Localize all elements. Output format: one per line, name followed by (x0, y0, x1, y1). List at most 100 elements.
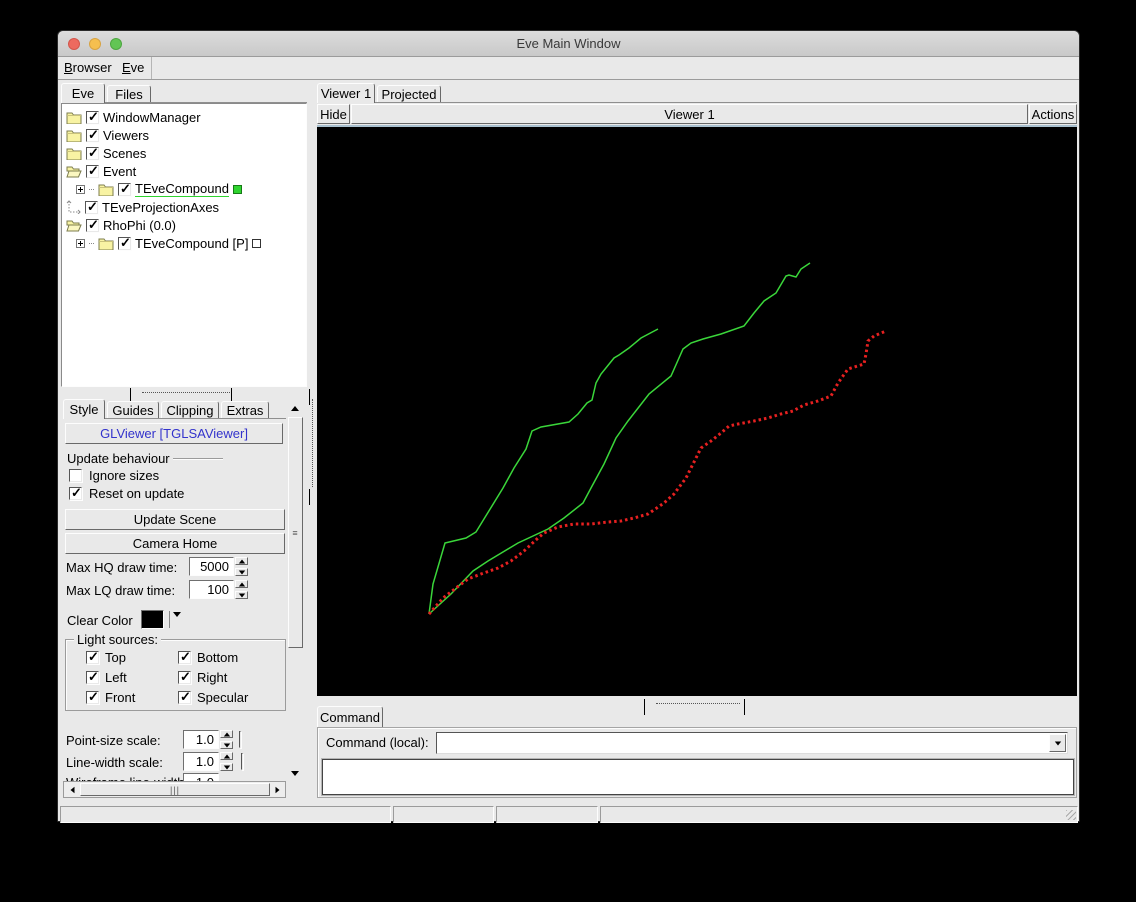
tab-extras[interactable]: Extras (221, 401, 269, 419)
splitter-handle-icon[interactable] (644, 699, 645, 715)
tree-checkbox[interactable] (86, 163, 99, 179)
reset-on-update-row[interactable]: Reset on update (69, 485, 184, 501)
tree-item-windowmanager[interactable]: WindowManager (66, 108, 304, 126)
tree-item-tevecompound-p[interactable]: TEveCompound [P] (66, 234, 304, 252)
vsplitter-line[interactable] (312, 399, 313, 487)
tab-viewer1[interactable]: Viewer 1 (317, 83, 375, 103)
tree-item-tevecompound[interactable]: TEveCompound (66, 180, 304, 198)
light-left-checkbox[interactable] (86, 669, 99, 685)
tree-item-label: WindowManager (103, 109, 201, 125)
minimize-window-icon[interactable] (89, 38, 101, 50)
menu-eve[interactable]: Eve (122, 60, 144, 75)
max-lq-spinner[interactable] (235, 580, 248, 599)
gl-viewport[interactable] (317, 125, 1077, 696)
spin-up-icon[interactable] (220, 752, 233, 760)
tab-clipping[interactable]: Clipping (161, 401, 219, 419)
tab-eve[interactable]: Eve (61, 83, 105, 103)
title-bar[interactable]: Eve Main Window (58, 31, 1079, 57)
tree-checkbox[interactable] (118, 181, 131, 197)
clear-color-swatch[interactable] (141, 610, 164, 629)
tab-style[interactable]: Style (63, 399, 105, 419)
spin-down-icon[interactable] (220, 741, 233, 749)
combo-dropdown-icon[interactable] (1049, 734, 1066, 752)
tab-command[interactable]: Command (317, 706, 383, 727)
tree-checkbox[interactable] (86, 145, 99, 161)
close-window-icon[interactable] (68, 38, 80, 50)
light-right-checkbox[interactable] (178, 669, 191, 685)
tree-checkbox[interactable] (85, 199, 98, 215)
splitter-line[interactable] (656, 703, 740, 704)
tree-item-event[interactable]: Event (66, 162, 304, 180)
point-size-checkbox[interactable] (239, 731, 241, 748)
light-left-row[interactable]: Left (86, 669, 127, 685)
vsplitter-handle-icon[interactable] (309, 389, 310, 405)
point-size-spinner[interactable] (220, 730, 233, 749)
light-right-row[interactable]: Right (178, 669, 227, 685)
hide-button[interactable]: Hide (317, 104, 350, 124)
max-lq-input[interactable]: 100 (189, 580, 234, 599)
tab-guides[interactable]: Guides (107, 401, 159, 419)
spin-down-icon[interactable] (235, 591, 248, 599)
vscroll-thumb[interactable]: ≡ (288, 417, 303, 648)
command-combobox[interactable] (436, 732, 1068, 754)
scroll-right-icon[interactable] (270, 783, 284, 796)
light-top-checkbox[interactable] (86, 649, 99, 665)
actions-button[interactable]: Actions (1029, 104, 1077, 124)
ignore-sizes-checkbox[interactable] (69, 469, 82, 482)
splitter-line[interactable] (142, 392, 230, 393)
expand-plus-icon[interactable] (76, 238, 85, 248)
tree-checkbox[interactable] (86, 127, 99, 143)
point-size-input[interactable]: 1.0 (183, 730, 219, 749)
hscroll-thumb[interactable]: ||| (80, 783, 270, 796)
light-specular-row[interactable]: Specular (178, 689, 248, 705)
light-bottom-row[interactable]: Bottom (178, 649, 238, 665)
resize-grip-icon[interactable] (1066, 810, 1076, 820)
zoom-window-icon[interactable] (110, 38, 122, 50)
splitter-handle-icon[interactable] (744, 699, 745, 715)
max-hq-spinner[interactable] (235, 557, 248, 576)
tree-item-viewers[interactable]: Viewers (66, 126, 304, 144)
color-swatch-empty[interactable] (252, 238, 262, 248)
command-input[interactable] (438, 734, 1049, 752)
expand-plus-icon[interactable] (76, 184, 85, 194)
spin-down-icon[interactable] (235, 568, 248, 576)
glviewer-button[interactable]: GLViewer [TGLSAViewer] (65, 423, 283, 444)
light-top-row[interactable]: Top (86, 649, 126, 665)
status-segment-2 (393, 806, 494, 823)
scroll-up-icon[interactable] (287, 401, 303, 416)
line-width-checkbox[interactable] (241, 753, 243, 770)
tree-checkbox[interactable] (86, 109, 99, 125)
tree-item-scenes[interactable]: Scenes (66, 144, 304, 162)
light-front-row[interactable]: Front (86, 689, 135, 705)
tree-checkbox[interactable] (118, 235, 131, 251)
viewer-title-bar[interactable]: Viewer 1 (351, 104, 1028, 124)
spin-up-icon[interactable] (235, 580, 248, 588)
menu-browser[interactable]: Browser (64, 60, 112, 75)
line-width-input[interactable]: 1.0 (183, 752, 219, 771)
scroll-down-icon[interactable] (287, 766, 303, 781)
color-swatch-green[interactable] (232, 184, 242, 194)
light-specular-checkbox[interactable] (178, 689, 191, 705)
tab-files[interactable]: Files (107, 85, 151, 103)
green-track-right (428, 262, 811, 615)
color-dropdown-icon[interactable] (173, 612, 181, 632)
style-hscrollbar[interactable]: ||| (63, 781, 286, 798)
ignore-sizes-row[interactable]: Ignore sizes (69, 468, 159, 483)
reset-on-update-checkbox[interactable] (69, 485, 82, 501)
light-front-checkbox[interactable] (86, 689, 99, 705)
tree-item-teveprojectionaxes[interactable]: TEveProjectionAxes (66, 198, 304, 216)
tab-projected[interactable]: Projected (377, 85, 441, 103)
spin-up-icon[interactable] (235, 557, 248, 565)
spin-down-icon[interactable] (220, 763, 233, 771)
max-hq-input[interactable]: 5000 (189, 557, 234, 576)
spin-up-icon[interactable] (220, 730, 233, 738)
light-bottom-checkbox[interactable] (178, 649, 191, 665)
vsplitter-handle-icon[interactable] (309, 489, 310, 505)
line-width-spinner[interactable] (220, 752, 233, 771)
update-scene-button[interactable]: Update Scene (65, 509, 285, 530)
tree-item-rhophi[interactable]: RhoPhi (0.0) (66, 216, 304, 234)
command-output-area[interactable] (322, 759, 1074, 795)
tree-checkbox[interactable] (86, 217, 99, 233)
scroll-left-icon[interactable] (65, 783, 79, 796)
camera-home-button[interactable]: Camera Home (65, 533, 285, 554)
